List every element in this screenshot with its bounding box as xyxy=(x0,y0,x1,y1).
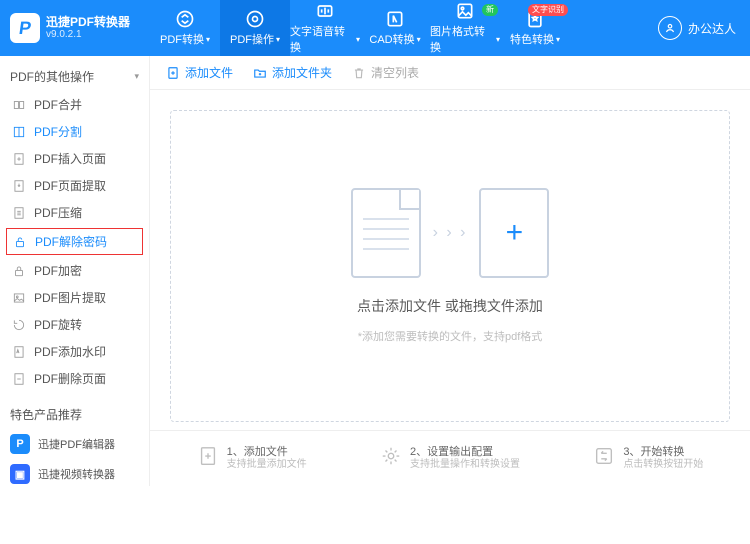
tab-pdf-operate[interactable]: PDF操作▾ xyxy=(220,0,290,56)
app-logo-icon: P xyxy=(10,13,40,43)
main-area: 添加文件 添加文件夹 清空列表 › › › + 点击添加文件 或拖拽文件添加 *… xyxy=(150,56,750,486)
rec-icon-p: P xyxy=(10,434,30,454)
sidebar-item-insert[interactable]: PDF插入页面 xyxy=(0,145,149,172)
user-area[interactable]: 办公达人 xyxy=(658,16,750,40)
delete-page-icon xyxy=(12,372,26,386)
add-file-button[interactable]: 添加文件 xyxy=(166,64,233,81)
sidebar: PDF的其他操作▾ PDF合并 PDF分割 PDF插入页面 PDF页面提取 PD… xyxy=(0,56,150,486)
merge-icon xyxy=(12,98,26,112)
audio-icon xyxy=(315,1,335,21)
tab-cad[interactable]: CAD转换▾ xyxy=(360,0,430,56)
add-folder-icon xyxy=(253,66,267,80)
toolbar: 添加文件 添加文件夹 清空列表 xyxy=(150,56,750,90)
sidebar-item-delete-page[interactable]: PDF删除页面 xyxy=(0,365,149,392)
sidebar-item-extract-image[interactable]: PDF图片提取 xyxy=(0,284,149,311)
steps-bar: 1、添加文件支持批量添加文件 2、设置输出配置支持批量操作和转换设置 3、开始转… xyxy=(150,430,750,486)
compress-icon xyxy=(12,206,26,220)
step-1: 1、添加文件支持批量添加文件 xyxy=(197,445,307,472)
image-icon xyxy=(455,1,475,21)
trash-icon xyxy=(352,66,366,80)
sidebar-item-rotate[interactable]: PDF旋转 xyxy=(0,311,149,338)
unlock-icon xyxy=(13,235,27,249)
tab-text-audio[interactable]: 文字语音转换▾ xyxy=(290,0,360,56)
avatar-icon xyxy=(658,16,682,40)
sidebar-group-header[interactable]: PDF的其他操作▾ xyxy=(0,62,149,91)
header-tabs: PDF转换▾ PDF操作▾ 文字语音转换▾ CAD转换▾ 新 图片格式转换▾ 文… xyxy=(150,0,570,56)
sidebar-item-extract-page[interactable]: PDF页面提取 xyxy=(0,172,149,199)
badge-ocr: 文字识别 xyxy=(528,4,568,16)
drop-illustration: › › › + xyxy=(351,188,550,278)
rotate-icon xyxy=(12,318,26,332)
sidebar-item-split[interactable]: PDF分割 xyxy=(0,118,149,145)
rec-icon-video: ▣ xyxy=(10,464,30,484)
tab-special[interactable]: 文字识别 特色转换▾ xyxy=(500,0,570,56)
swap-icon xyxy=(175,9,195,29)
clear-list-button[interactable]: 清空列表 xyxy=(352,64,419,81)
plus-box-icon: + xyxy=(479,188,549,278)
user-name: 办公达人 xyxy=(688,20,736,37)
extract-page-icon xyxy=(12,179,26,193)
sidebar-item-compress[interactable]: PDF压缩 xyxy=(0,199,149,226)
sidebar-rec-header: 特色产品推荐 xyxy=(0,392,149,429)
step-2: 2、设置输出配置支持批量操作和转换设置 xyxy=(380,445,520,472)
badge-new: 新 xyxy=(482,4,498,16)
doc-icon xyxy=(351,188,421,278)
tab-pdf-convert[interactable]: PDF转换▾ xyxy=(150,0,220,56)
chevron-right-icon: › › › xyxy=(433,224,468,242)
logo-block: P 迅捷PDF转换器 v9.0.2.1 xyxy=(0,13,150,43)
sidebar-item-encrypt[interactable]: PDF加密 xyxy=(0,257,149,284)
drop-subtitle: *添加您需要转换的文件，支持pdf格式 xyxy=(358,328,543,344)
step-config-icon xyxy=(380,445,402,472)
rec-video-converter[interactable]: ▣迅捷视频转换器 xyxy=(0,459,149,486)
add-file-icon xyxy=(166,66,180,80)
sidebar-item-merge[interactable]: PDF合并 xyxy=(0,91,149,118)
step-convert-icon xyxy=(593,445,615,472)
rec-pdf-editor[interactable]: P迅捷PDF编辑器 xyxy=(0,429,149,459)
image-extract-icon xyxy=(12,291,26,305)
step-3: 3、开始转换点击转换按钮开始 xyxy=(593,445,703,472)
app-header: P 迅捷PDF转换器 v9.0.2.1 PDF转换▾ PDF操作▾ 文字语音转换… xyxy=(0,0,750,56)
gear-circle-icon xyxy=(245,9,265,29)
add-folder-button[interactable]: 添加文件夹 xyxy=(253,64,332,81)
drop-title: 点击添加文件 或拖拽文件添加 xyxy=(357,296,543,316)
split-icon xyxy=(12,125,26,139)
app-version: v9.0.2.1 xyxy=(46,29,130,40)
insert-icon xyxy=(12,152,26,166)
drop-zone[interactable]: › › › + 点击添加文件 或拖拽文件添加 *添加您需要转换的文件，支持pdf… xyxy=(170,110,730,422)
cad-icon xyxy=(385,9,405,29)
lock-icon xyxy=(12,264,26,278)
app-title: 迅捷PDF转换器 xyxy=(46,16,130,29)
tab-image[interactable]: 新 图片格式转换▾ xyxy=(430,0,500,56)
watermark-icon xyxy=(12,345,26,359)
sidebar-item-watermark[interactable]: PDF添加水印 xyxy=(0,338,149,365)
step-add-icon xyxy=(197,445,219,472)
sidebar-item-unlock[interactable]: PDF解除密码 xyxy=(6,228,143,255)
